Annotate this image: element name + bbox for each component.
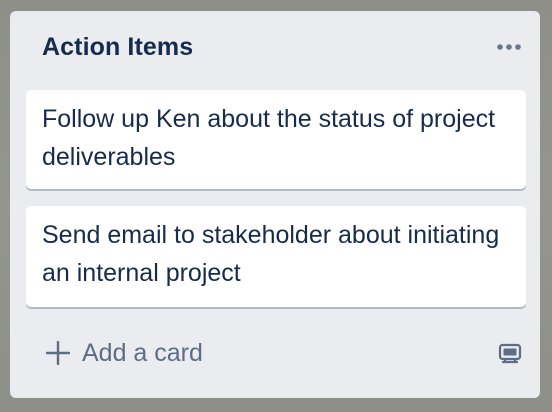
list-menu-button[interactable] xyxy=(490,31,528,63)
card[interactable]: Follow up Ken about the status of projec… xyxy=(26,90,526,189)
card-title: Send email to stakeholder about initiati… xyxy=(42,221,500,287)
card-template-icon xyxy=(497,340,523,366)
create-from-template-button[interactable] xyxy=(494,337,526,369)
more-horizontal-icon xyxy=(496,43,522,51)
add-card-label: Add a card xyxy=(82,338,203,367)
list-action-items: Action Items Follow up Ken about the sta… xyxy=(10,11,540,398)
list-header[interactable]: Action Items xyxy=(10,11,540,87)
plus-icon xyxy=(46,341,70,365)
card-title: Follow up Ken about the status of projec… xyxy=(42,105,496,171)
add-card-button[interactable]: Add a card xyxy=(26,333,476,373)
card[interactable]: Send email to stakeholder about initiati… xyxy=(26,206,526,307)
list-title[interactable]: Action Items xyxy=(42,33,193,62)
